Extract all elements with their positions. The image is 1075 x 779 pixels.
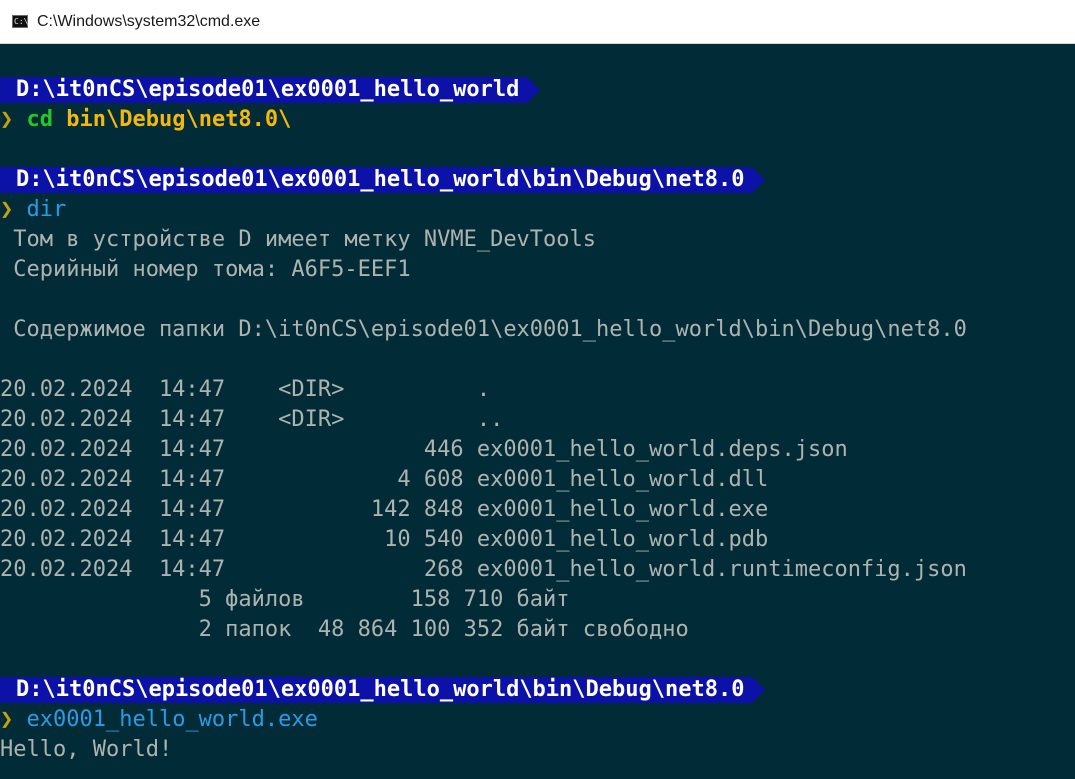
dir-row: 20.02.2024 14:47 4 608 ex0001_hello_worl… — [0, 467, 769, 492]
dir-summary-dirs: 2 папок 48 864 100 352 байт свободно — [0, 617, 689, 642]
prompt-chevron-icon: ❯ — [0, 707, 14, 732]
dir-row: 20.02.2024 14:47 142 848 ex0001_hello_wo… — [0, 497, 769, 522]
command-line: ❯ dir — [0, 195, 66, 225]
command-name: ex0001_hello_world.exe — [26, 707, 318, 732]
command-line: ❯ cd bin\Debug\net8.0\ — [0, 105, 291, 135]
dir-row: 20.02.2024 14:47 <DIR> . — [0, 377, 491, 402]
prompt-path-segment: D:\it0nCS\episode01\ex0001_hello_world — [0, 77, 528, 103]
prompt-arrow-icon — [752, 677, 765, 703]
dir-row: 20.02.2024 14:47 446 ex0001_hello_world.… — [0, 437, 848, 462]
dir-volume-label: Том в устройстве D имеет метку NVME_DevT… — [0, 227, 597, 252]
prompt-chevron-icon: ❯ — [0, 107, 14, 132]
command-name: dir — [26, 197, 67, 222]
title-bar[interactable]: C:\ C:\Windows\system32\cmd.exe — [0, 0, 1075, 44]
program-output: Hello, World! — [0, 737, 173, 762]
dir-row: 20.02.2024 14:47 10 540 ex0001_hello_wor… — [0, 527, 769, 552]
prompt-chevron-icon: ❯ — [0, 197, 14, 222]
dir-row: 20.02.2024 14:47 <DIR> .. — [0, 407, 504, 432]
prompt-path-segment: D:\it0nCS\episode01\ex0001_hello_world\b… — [0, 677, 753, 703]
prompt-path-segment: D:\it0nCS\episode01\ex0001_hello_world\b… — [0, 167, 753, 193]
command-name: cd — [26, 107, 54, 132]
prompt-arrow-icon — [752, 167, 765, 193]
cmd-window: C:\ C:\Windows\system32\cmd.exe D:\it0nC… — [0, 0, 1075, 779]
dir-summary-files: 5 файлов 158 710 байт — [0, 587, 570, 612]
console-area[interactable]: D:\it0nCS\episode01\ex0001_hello_world ❯… — [0, 45, 1075, 779]
cmd-app-icon[interactable]: C:\ — [12, 15, 28, 28]
command-line: ❯ ex0001_hello_world.exe — [0, 705, 318, 735]
dir-row: 20.02.2024 14:47 268 ex0001_hello_world.… — [0, 557, 967, 582]
dir-contents-header: Содержимое папки D:\it0nCS\episode01\ex0… — [0, 317, 967, 342]
dir-serial-number: Серийный номер тома: A6F5-EEF1 — [0, 257, 411, 282]
command-args: bin\Debug\net8.0\ — [66, 107, 292, 132]
window-title: C:\Windows\system32\cmd.exe — [37, 12, 261, 30]
prompt-arrow-icon — [527, 77, 540, 103]
